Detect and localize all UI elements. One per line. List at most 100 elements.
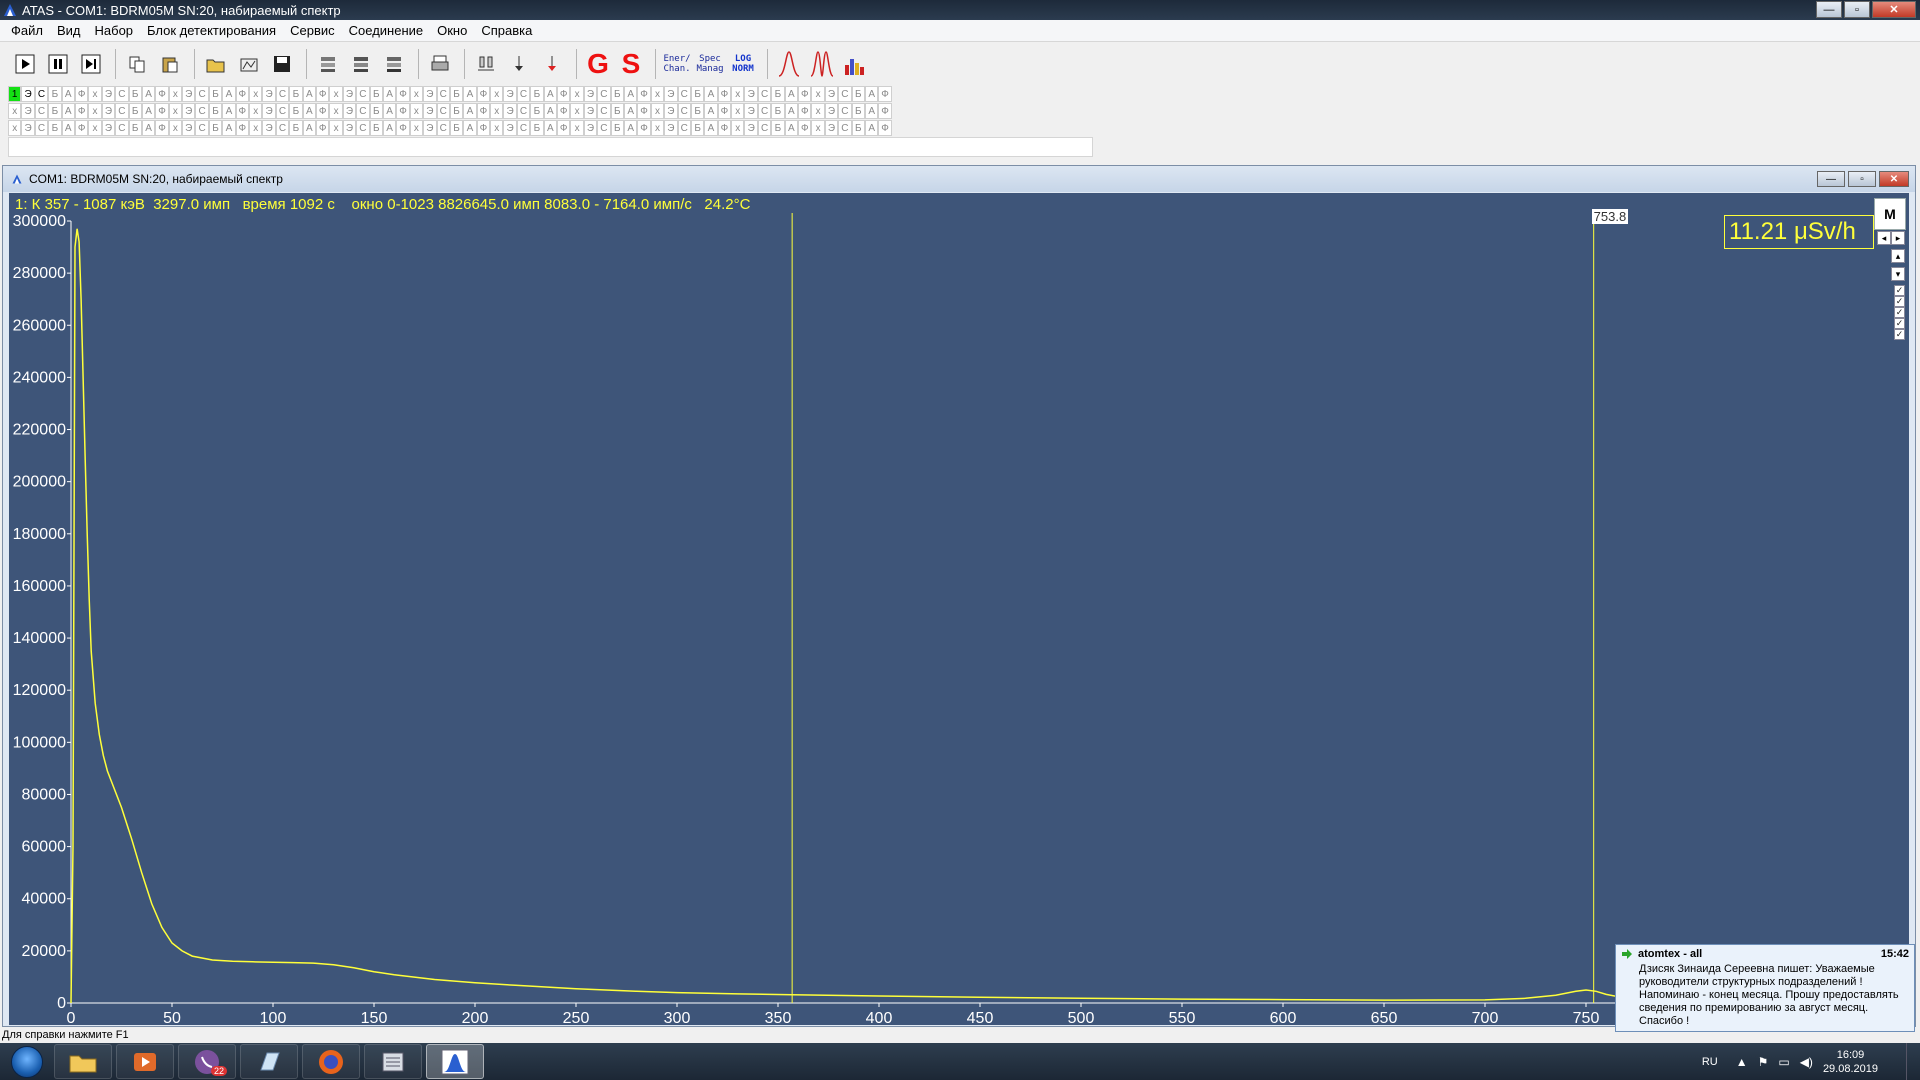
slot-cell[interactable]: Б — [610, 103, 624, 119]
slot-cell[interactable]: С — [356, 120, 370, 136]
slot-cell[interactable]: Б — [208, 120, 223, 136]
slot-cell[interactable]: х — [168, 103, 183, 119]
slot-cell[interactable]: Б — [289, 120, 303, 136]
slot-cell[interactable]: Ф — [637, 120, 651, 136]
slot-cell[interactable]: С — [115, 86, 129, 102]
slot-cell[interactable]: С — [677, 103, 691, 119]
slot-cell[interactable]: С — [677, 120, 691, 136]
slot-cell[interactable]: Б — [208, 86, 223, 102]
child-minimize-button[interactable]: — — [1817, 171, 1845, 187]
slot-cell[interactable]: А — [222, 86, 236, 102]
taskbar-explorer[interactable] — [54, 1044, 112, 1079]
print-button[interactable] — [425, 49, 455, 79]
slot-cell[interactable]: С — [195, 120, 209, 136]
slot-cell[interactable]: Б — [530, 103, 544, 119]
slot-cell[interactable]: Ф — [637, 86, 651, 102]
slot-cell[interactable]: Ф — [878, 86, 892, 102]
menu-acquire[interactable]: Набор — [88, 23, 141, 38]
slot-cell[interactable]: А — [543, 120, 558, 136]
slot-cell[interactable]: х — [8, 103, 22, 119]
slot-cell[interactable]: Ф — [74, 86, 89, 102]
slot-cell[interactable]: Б — [690, 86, 705, 102]
slot-cell[interactable]: Б — [48, 86, 62, 102]
slot-cell[interactable]: х — [409, 86, 424, 102]
slot-cell[interactable]: С — [838, 120, 852, 136]
scroll-right-button[interactable]: ▸ — [1891, 231, 1905, 245]
slot-cell[interactable]: А — [865, 103, 879, 119]
paste-button[interactable] — [155, 49, 185, 79]
taskbar-firefox[interactable] — [302, 1044, 360, 1079]
slot-cell[interactable]: Ф — [717, 86, 732, 102]
slot-cell[interactable]: Ф — [315, 120, 330, 136]
slot-cell[interactable]: С — [356, 103, 370, 119]
slot-cell[interactable]: х — [409, 120, 424, 136]
slot-cell[interactable]: А — [784, 120, 799, 136]
slot-cell[interactable]: х — [409, 103, 424, 119]
slot-cell[interactable]: А — [302, 86, 316, 102]
marker-tool-1-button[interactable] — [471, 49, 501, 79]
slot-cell[interactable]: х — [490, 120, 504, 136]
slot-cell[interactable]: Б — [369, 86, 383, 102]
slot-cell[interactable]: Ф — [476, 86, 491, 102]
slot-cell[interactable]: С — [838, 103, 852, 119]
slot-cell[interactable]: Э — [342, 120, 357, 136]
slot-cell[interactable]: Ф — [798, 120, 812, 136]
slot-cell[interactable]: А — [302, 120, 316, 136]
slot-cell[interactable]: Э — [744, 86, 758, 102]
menu-help[interactable]: Справка — [474, 23, 539, 38]
maximize-button[interactable]: ▫ — [1844, 1, 1870, 18]
slot-cell[interactable]: Э — [101, 120, 116, 136]
slot-cell[interactable]: Э — [182, 120, 196, 136]
spectrum-chart[interactable]: 0 20000 40000 60000 80000 100000 120000 140000 1… — [9, 193, 1909, 1025]
slot-cell[interactable]: С — [516, 86, 531, 102]
marker-tool-2-button[interactable] — [504, 49, 534, 79]
slot-cell[interactable]: Ф — [315, 103, 330, 119]
slot-cell[interactable]: Б — [128, 86, 142, 102]
menu-window[interactable]: Окно — [430, 23, 474, 38]
slot-cell[interactable]: Э — [423, 120, 437, 136]
slot-cell[interactable]: А — [141, 120, 156, 136]
minimize-button[interactable]: — — [1816, 1, 1842, 18]
view-checkbox[interactable]: ✓ — [1894, 318, 1905, 329]
slot-cell[interactable]: х — [490, 103, 504, 119]
slot-cell[interactable]: А — [61, 103, 75, 119]
slot-cell[interactable]: Э — [503, 86, 517, 102]
slot-cell[interactable]: Б — [449, 103, 464, 119]
slot-cell[interactable]: Ф — [74, 103, 89, 119]
slot-cell[interactable]: А — [463, 86, 477, 102]
slot-cell[interactable]: х — [650, 120, 665, 136]
language-indicator[interactable]: RU — [1702, 1056, 1718, 1068]
taskbar-atas[interactable] — [426, 1044, 484, 1079]
view-checkbox[interactable]: ✓ — [1894, 329, 1905, 340]
clock[interactable]: 16:09 29.08.2019 — [1823, 1048, 1878, 1076]
slot-cell[interactable]: С — [597, 120, 611, 136]
slot-cell[interactable]: Б — [610, 120, 624, 136]
scroll-up-button[interactable]: ▴ — [1891, 249, 1905, 263]
slot-cell[interactable]: Ф — [476, 120, 491, 136]
spectrum-tool-2-button[interactable] — [346, 49, 376, 79]
slot-cell[interactable]: А — [865, 86, 879, 102]
slot-cell[interactable]: Э — [503, 120, 517, 136]
slot-cell[interactable]: Ф — [798, 86, 812, 102]
slot-cell[interactable]: Ф — [235, 86, 250, 102]
slot-cell[interactable]: Э — [182, 103, 196, 119]
slot-cell[interactable]: Э — [423, 86, 437, 102]
slot-cell[interactable]: Б — [449, 120, 464, 136]
slot-cell[interactable]: х — [570, 103, 584, 119]
menu-file[interactable]: Файл — [4, 23, 50, 38]
slot-cell[interactable]: С — [275, 120, 290, 136]
marker-tool-3-button[interactable] — [537, 49, 567, 79]
slot-cell[interactable]: Э — [824, 86, 839, 102]
slot-cell[interactable]: Б — [610, 86, 624, 102]
slot-cell[interactable]: х — [811, 86, 825, 102]
log-norm-button[interactable]: LOG NORM — [728, 49, 758, 79]
slot-cell[interactable]: Ф — [235, 103, 250, 119]
slot-cell[interactable]: Э — [101, 103, 116, 119]
slot-cell[interactable]: х — [329, 103, 343, 119]
analysis-button[interactable] — [840, 49, 870, 79]
slot-cell[interactable]: А — [382, 103, 397, 119]
slot-cell[interactable]: Ф — [396, 120, 410, 136]
slot-cell[interactable]: Б — [128, 120, 142, 136]
slot-cell[interactable]: А — [543, 86, 558, 102]
slot-cell[interactable]: А — [704, 86, 718, 102]
